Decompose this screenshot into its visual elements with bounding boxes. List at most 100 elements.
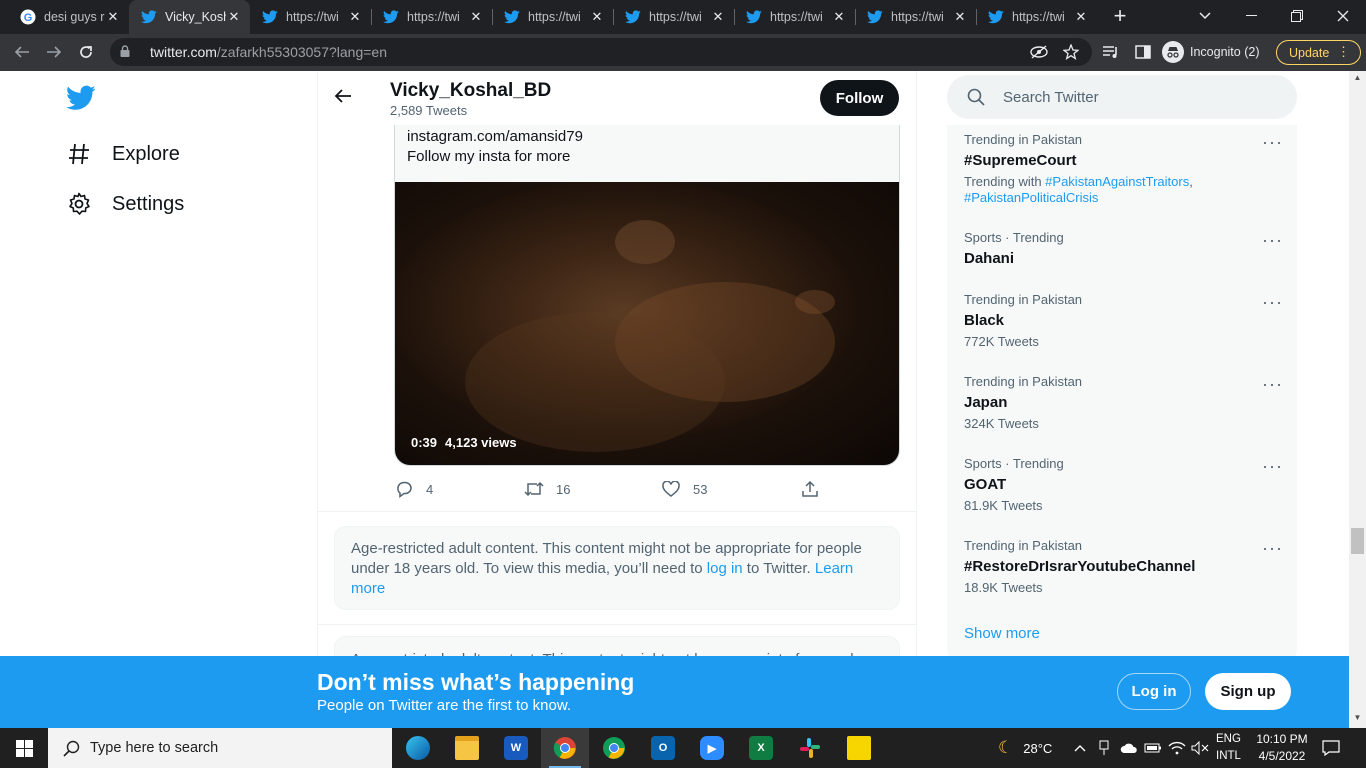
card-link-text: instagram.com/amansid79: [407, 128, 583, 145]
chrome-icon[interactable]: [541, 728, 589, 768]
trend-item[interactable]: Sports · Trending GOAT 81.9K Tweets: [964, 456, 1284, 514]
more-horizontal-icon[interactable]: ···: [1262, 457, 1282, 477]
windows-start-icon[interactable]: [0, 728, 48, 768]
incognito-indicator[interactable]: Incognito (2): [1162, 40, 1259, 64]
close-tab-icon[interactable]: ✕: [1073, 9, 1089, 25]
trend-item[interactable]: Trending in Pakistan #RestoreDrIsrarYout…: [964, 538, 1284, 596]
excel-icon[interactable]: X: [737, 728, 785, 768]
weather-temp: 28°C: [1023, 740, 1053, 756]
chrome-canary-icon[interactable]: [590, 728, 638, 768]
restore-button[interactable]: [1274, 0, 1320, 32]
trend-item[interactable]: Trending in Pakistan Black 772K Tweets: [964, 292, 1284, 350]
close-tab-icon[interactable]: ✕: [468, 9, 484, 25]
volume-muted-icon[interactable]: [1191, 728, 1209, 768]
trend-item[interactable]: Sports · Trending Dahani: [964, 230, 1284, 269]
word-icon[interactable]: W: [492, 728, 540, 768]
browser-tab[interactable]: https://twi ✕: [855, 0, 976, 34]
slack-icon[interactable]: [786, 728, 834, 768]
input-language[interactable]: ENG INTL: [1216, 731, 1241, 765]
more-horizontal-icon[interactable]: ···: [1262, 539, 1282, 559]
lock-icon[interactable]: [120, 44, 138, 60]
reply-button[interactable]: 4: [394, 478, 433, 500]
google-icon: G: [20, 9, 36, 25]
browser-tab[interactable]: https://twi ✕: [734, 0, 855, 34]
media-queue-icon[interactable]: [1101, 42, 1121, 62]
retweet-button[interactable]: 16: [524, 478, 570, 500]
scrollbar-thumb[interactable]: [1351, 528, 1364, 554]
trend-item[interactable]: Trending in Pakistan #SupremeCourt Trend…: [964, 132, 1284, 206]
follow-button[interactable]: Follow: [820, 80, 899, 116]
browser-tab[interactable]: Vicky_Kosh ✕: [129, 0, 250, 34]
search-input[interactable]: Search Twitter: [947, 75, 1297, 119]
close-tab-icon[interactable]: ✕: [831, 9, 847, 25]
back-arrow-icon[interactable]: [334, 87, 354, 107]
trend-related-link[interactable]: #PakistanPoliticalCrisis: [964, 190, 1098, 205]
side-panel-icon[interactable]: [1133, 42, 1153, 62]
close-window-button[interactable]: [1320, 0, 1366, 32]
close-tab-icon[interactable]: ✕: [589, 9, 605, 25]
page-scrollbar[interactable]: [1349, 71, 1366, 728]
tab-search-icon[interactable]: [1182, 0, 1228, 32]
browser-tab[interactable]: https://twi ✕: [371, 0, 492, 34]
close-tab-icon[interactable]: ✕: [710, 9, 726, 25]
like-button[interactable]: 53: [661, 478, 707, 500]
more-horizontal-icon[interactable]: ···: [1262, 375, 1282, 395]
signup-button[interactable]: Sign up: [1205, 673, 1291, 710]
trend-related-link[interactable]: #PakistanAgainstTraitors: [1045, 174, 1189, 189]
new-tab-button[interactable]: +: [1108, 5, 1132, 29]
outlook-icon[interactable]: O: [639, 728, 687, 768]
like-count: 53: [693, 481, 708, 497]
forward-arrow-icon[interactable]: [41, 39, 67, 65]
incognito-label: Incognito (2): [1190, 45, 1260, 59]
weather-widget[interactable]: ☾ 28°C: [998, 728, 1052, 768]
back-arrow-icon[interactable]: [9, 39, 35, 65]
browser-tab[interactable]: https://twi ✕: [250, 0, 371, 34]
browser-tab[interactable]: https://twi ✕: [613, 0, 734, 34]
reload-icon[interactable]: [73, 39, 99, 65]
banner-headline: Don’t miss what’s happening: [317, 669, 635, 695]
nav-explore[interactable]: Explore: [66, 139, 180, 169]
tweet-media-card[interactable]: instagram.com/amansid79 Follow my insta …: [394, 125, 900, 466]
lang-bottom: INTL: [1216, 750, 1241, 762]
sticky-notes-icon[interactable]: [835, 728, 883, 768]
browser-tab[interactable]: Gdesi guys r ✕: [8, 0, 129, 34]
scroll-up-arrow-icon[interactable]: ▲: [1349, 73, 1366, 87]
taskbar-search-input[interactable]: Type here to search: [48, 728, 392, 768]
close-tab-icon[interactable]: ✕: [347, 9, 363, 25]
wifi-icon[interactable]: [1168, 728, 1186, 768]
more-horizontal-icon[interactable]: ···: [1262, 293, 1282, 313]
zoom-icon[interactable]: ▶: [688, 728, 736, 768]
scroll-down-arrow-icon[interactable]: ▼: [1349, 713, 1366, 727]
show-more-link[interactable]: Show more: [964, 625, 1040, 642]
browser-tab[interactable]: https://twi ✕: [976, 0, 1097, 34]
twitter-icon: [262, 9, 278, 25]
twitter-icon: [988, 9, 1004, 25]
nav-settings[interactable]: Settings: [66, 189, 184, 219]
bookmark-star-icon[interactable]: [1061, 42, 1081, 62]
onedrive-icon[interactable]: [1120, 728, 1138, 768]
age-notice-login-link[interactable]: log in: [707, 560, 743, 577]
twitter-logo-icon[interactable]: [66, 85, 96, 111]
minimize-button[interactable]: [1228, 0, 1274, 32]
notifications-icon[interactable]: [1322, 728, 1340, 768]
more-horizontal-icon[interactable]: ···: [1262, 133, 1282, 153]
browser-tab[interactable]: https://twi ✕: [492, 0, 613, 34]
more-horizontal-icon[interactable]: ···: [1262, 231, 1282, 251]
update-button[interactable]: Update ⋮: [1276, 40, 1361, 65]
show-hidden-icons-icon[interactable]: [1074, 728, 1086, 768]
login-button[interactable]: Log in: [1117, 673, 1191, 710]
share-button[interactable]: [800, 478, 832, 500]
video-player[interactable]: 0:39 4,123 views: [395, 182, 899, 465]
eye-slash-icon[interactable]: [1029, 42, 1049, 62]
system-clock[interactable]: 10:10 PM 4/5/2022: [1256, 731, 1308, 765]
usb-icon[interactable]: [1097, 728, 1111, 768]
close-tab-icon[interactable]: ✕: [952, 9, 968, 25]
trend-item[interactable]: Trending in Pakistan Japan 324K Tweets: [964, 374, 1284, 432]
close-tab-icon[interactable]: ✕: [226, 9, 242, 25]
battery-icon[interactable]: [1144, 728, 1162, 768]
close-tab-icon[interactable]: ✕: [105, 9, 121, 25]
address-bar[interactable]: twitter.com/zafarkh55303057?lang=en: [110, 38, 1092, 66]
twitter-icon: [625, 9, 641, 25]
edge-icon[interactable]: [394, 728, 442, 768]
file-explorer-icon[interactable]: [443, 728, 491, 768]
